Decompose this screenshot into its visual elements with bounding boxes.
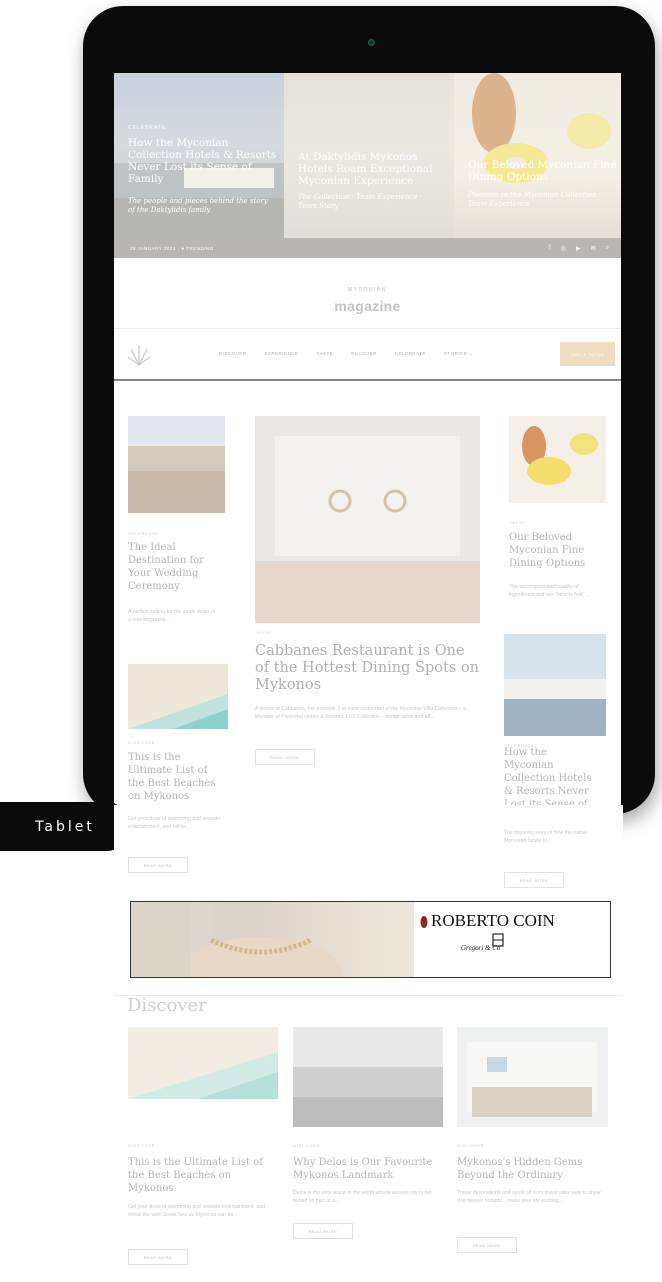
discover-divider [114, 995, 623, 996]
discover-card-3-image[interactable] [457, 1027, 608, 1127]
discover-card-1-read-more[interactable]: READ MORE [128, 1249, 188, 1265]
instagram-icon[interactable]: ◎ [561, 245, 566, 252]
article-2-title[interactable]: Cabbanes Restaurant is One of the Hottes… [255, 643, 480, 694]
discover-card-1-title[interactable]: This is the Ultimate List of the Best Be… [128, 1156, 276, 1195]
main-nav: DISCOVER EXPERIENCE TASTE RECOVER CELEBR… [114, 328, 621, 380]
article-5-read-more-button[interactable]: READ MORE [504, 872, 564, 888]
hero-footer-bar: 28 JANUARY 2024 · ● TRENDING f ◎ ▶ ✉ ⌕ [114, 238, 621, 258]
discover-card-3-read-more[interactable]: READ MORE [457, 1237, 517, 1253]
cabbanes-image[interactable] [255, 416, 480, 623]
necklace-image [131, 902, 341, 977]
nav-item-experience[interactable]: EXPERIENCE [265, 351, 299, 357]
article-4-excerpt: Get your dose of swimming and seaside en… [128, 816, 221, 830]
nav-item-recover[interactable]: RECOVER [351, 351, 377, 357]
tablet-label: Tablet [0, 802, 124, 851]
discover-card-3-title[interactable]: Mykonos's Hidden Gems Beyond the Ordinar… [457, 1156, 607, 1182]
article-2-read-more-button[interactable]: READ MORE [255, 749, 315, 765]
masthead: MYCONIAN magazine [114, 258, 621, 328]
article-5-excerpt: The inspiring story of how the native My… [504, 830, 588, 844]
resort-image[interactable] [504, 634, 606, 736]
palm-logo-icon[interactable] [126, 341, 152, 367]
brand-top: MYCONIAN [348, 287, 387, 293]
discover-card-2-read-more[interactable]: READ MORE [293, 1223, 353, 1239]
ad-banner[interactable]: ROBERTO COIN Gregori & Co [130, 901, 611, 978]
article-4-category: DISCOVER [128, 740, 156, 745]
hero-panel-2[interactable]: At Daktylidis Mykonos Hotels Roam Except… [284, 73, 454, 238]
hero-title[interactable]: Our Beloved Myconian Fine Dining Options [468, 159, 618, 183]
social-icons: f ◎ ▶ ✉ ⌕ [549, 245, 609, 252]
search-icon[interactable]: ⌕ [606, 245, 609, 252]
article-4-read-more-button[interactable]: READ MORE [128, 857, 188, 873]
overflow-content: Get your dose of swimming and seaside en… [114, 805, 623, 1282]
discover-card-2-excerpt: Delos is the only island in the world wh… [293, 1190, 432, 1204]
discover-card-3-category: DISCOVER [457, 1143, 485, 1148]
brand-logo[interactable]: magazine [114, 298, 621, 314]
discover-card-1-category: DISCOVER [128, 1143, 156, 1148]
tablet-screen: CELEBRATE How the Myconian Collection Ho… [114, 73, 621, 811]
brand-gem-icon [420, 916, 428, 928]
ad-sub: Gregori & Co [461, 944, 501, 952]
nav-item-discover[interactable]: DISCOVER [219, 351, 247, 357]
mail-icon[interactable]: ✉ [591, 245, 596, 252]
article-5-title[interactable]: How the Myconian Collection Hotels & Res… [504, 746, 599, 811]
article-4-title[interactable]: This is the Ultimate List of the Best Be… [128, 751, 224, 803]
tablet-device: CELEBRATE How the Myconian Collection Ho… [83, 6, 655, 814]
nav-items: DISCOVER EXPERIENCE TASTE RECOVER CELEBR… [219, 351, 473, 357]
article-2-excerpt: A dinner at Cabbanes, the poolside 2-la-… [255, 706, 466, 720]
check-rates-button[interactable]: CHECK RATES [560, 342, 615, 366]
hero-date: 28 JANUARY 2024 · ● TRENDING [130, 245, 214, 251]
hero-subtitle: The Collection · Team Experience · Team … [298, 193, 422, 210]
discover-card-2-title[interactable]: Why Delos is Our Favourite Mykonos Landm… [293, 1156, 443, 1182]
article-1-category: CELEBRATE [128, 531, 159, 536]
article-3-excerpt: The uncompromised quality of ingredients… [509, 584, 590, 598]
discover-heading: Discover [127, 995, 207, 1016]
discover-card-2-image[interactable] [293, 1027, 443, 1127]
facebook-icon[interactable]: f [549, 245, 551, 252]
article-3-category: TASTE [509, 520, 526, 525]
nav-item-celebrate[interactable]: CELEBRATE [395, 351, 426, 357]
youtube-icon[interactable]: ▶ [576, 245, 581, 252]
nav-divider [114, 379, 621, 381]
hero-tag: CELEBRATE [128, 125, 167, 131]
dining-image[interactable] [509, 416, 606, 503]
wedding-image[interactable] [128, 416, 225, 513]
article-2-category: TASTE [255, 630, 272, 635]
ad-brand: ROBERTO COIN [431, 911, 555, 930]
discover-card-2-category: DISCOVER [293, 1143, 321, 1148]
ad-photo [131, 902, 414, 977]
hero-subtitle: Pleasure in the Myconian Collection · Te… [468, 191, 601, 208]
discover-card-1-excerpt: Get your dose of swimming and seaside en… [128, 1204, 265, 1218]
discover-card-1-image[interactable] [128, 1027, 278, 1099]
hero-title[interactable]: At Daktylidis Mykonos Hotels Roam Except… [298, 151, 448, 187]
nav-item-taste[interactable]: TASTE [317, 351, 334, 357]
hero-strip: CELEBRATE How the Myconian Collection Ho… [114, 73, 621, 238]
beach-image[interactable] [128, 664, 228, 729]
article-1-title[interactable]: The Ideal Destination for Your Wedding C… [128, 541, 218, 593]
article-3-title[interactable]: Our Beloved Myconian Fine Dining Options [509, 531, 601, 570]
hero-subtitle: The people and pieces behind the story o… [128, 197, 268, 214]
article-1-excerpt: A perfect setting for the stride down of… [128, 609, 216, 623]
discover-card-3-excerpt: These destinations and spots off from tr… [457, 1190, 601, 1204]
hero-title[interactable]: How the Myconian Collection Hotels & Res… [128, 137, 278, 185]
camera-dot [368, 39, 375, 46]
hero-panel-3[interactable]: Our Beloved Myconian Fine Dining Options… [454, 73, 621, 238]
hero-panel-1[interactable]: CELEBRATE How the Myconian Collection Ho… [114, 73, 284, 238]
nav-item-stories[interactable]: STORIES ⌄ [444, 351, 473, 357]
